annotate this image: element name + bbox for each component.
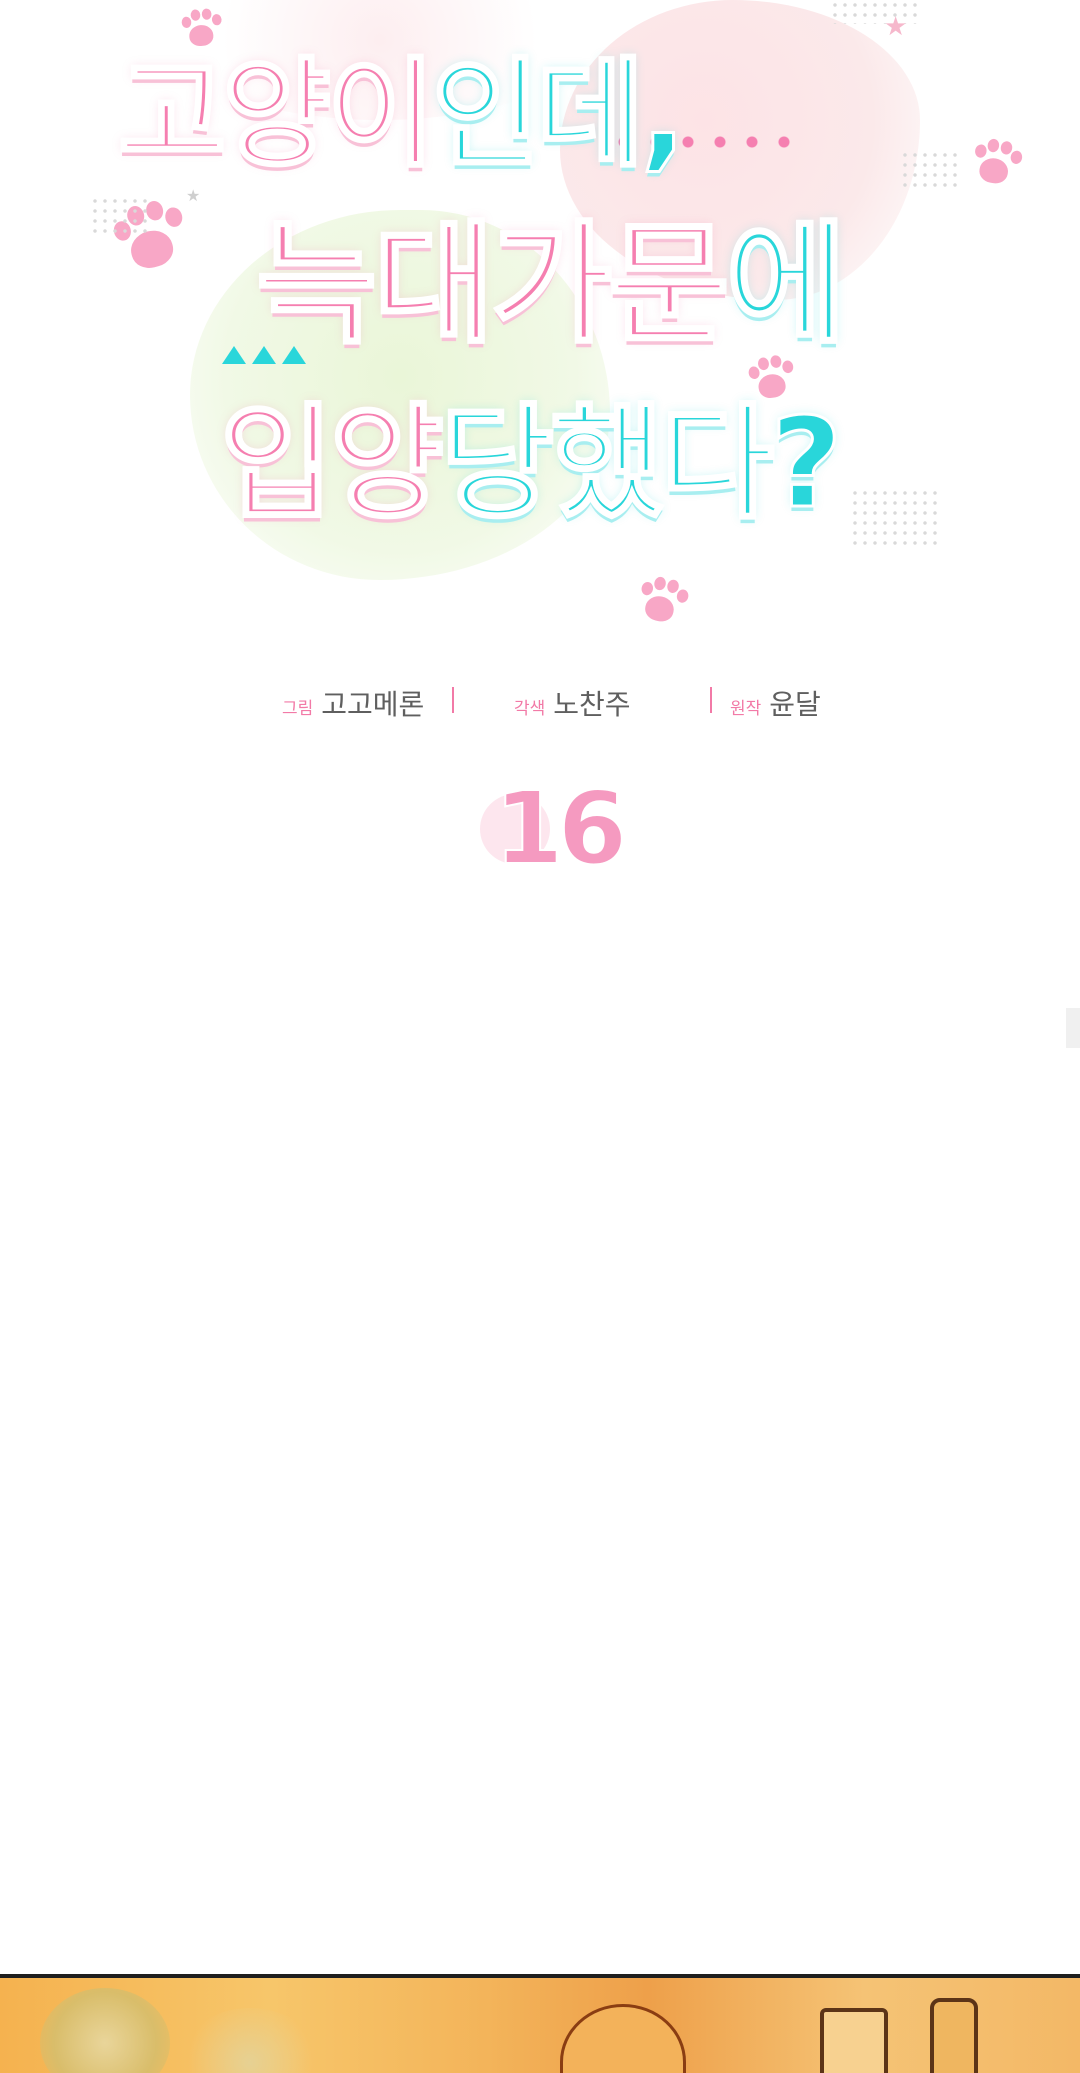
credit-original: 원작 윤달 (730, 683, 821, 723)
episode-number: 16 (493, 769, 628, 888)
title-part: 인데, (430, 44, 687, 185)
comic-foliage (180, 2008, 320, 2073)
comic-character-hair (560, 2004, 686, 2073)
episode-number-badge: 16 (480, 769, 630, 900)
paw-print-icon (626, 568, 694, 636)
comic-frame-object (930, 1998, 978, 2073)
comic-foliage (40, 1988, 170, 2073)
credit-role: 원작 (730, 699, 762, 719)
title-line-2: 늑대가문에 (255, 178, 849, 369)
title-part: 늑대가문 (255, 207, 732, 364)
comic-panel-start (0, 1974, 1080, 2073)
credit-name: 윤달 (769, 688, 821, 721)
credit-separator (710, 687, 712, 713)
title-part: 고양이 (117, 44, 438, 185)
credit-role: 각색 (514, 699, 546, 719)
edge-mark (1066, 1008, 1080, 1048)
credit-name: 고고메론 (321, 688, 425, 721)
credit-separator (452, 687, 454, 713)
comic-frame-object (820, 2008, 888, 2073)
credit-name: 노찬주 (553, 688, 631, 721)
title-part: 당했다? (439, 391, 844, 538)
title-line-3: 입양당했다? (218, 362, 844, 542)
series-title-logo: 고양이인데, 늑대가문에 입양당했다? (0, 0, 1080, 560)
title-line-1: 고양이인데, (117, 18, 688, 189)
credits-line: 그림 고고메론 각색 노찬주 원작 윤달 (0, 683, 1080, 723)
webtoon-page: ★ ★ 고양이인데, 늑대가문에 입양당했다? 그림 고고메론 각색 노찬주 원… (0, 0, 1080, 2073)
credit-art: 그림 고고메론 (282, 683, 424, 723)
credit-role: 그림 (282, 699, 314, 719)
title-part: 에 (724, 207, 848, 364)
credit-adaptation: 각색 노찬주 (514, 683, 631, 723)
title-part: 입양 (218, 391, 445, 538)
